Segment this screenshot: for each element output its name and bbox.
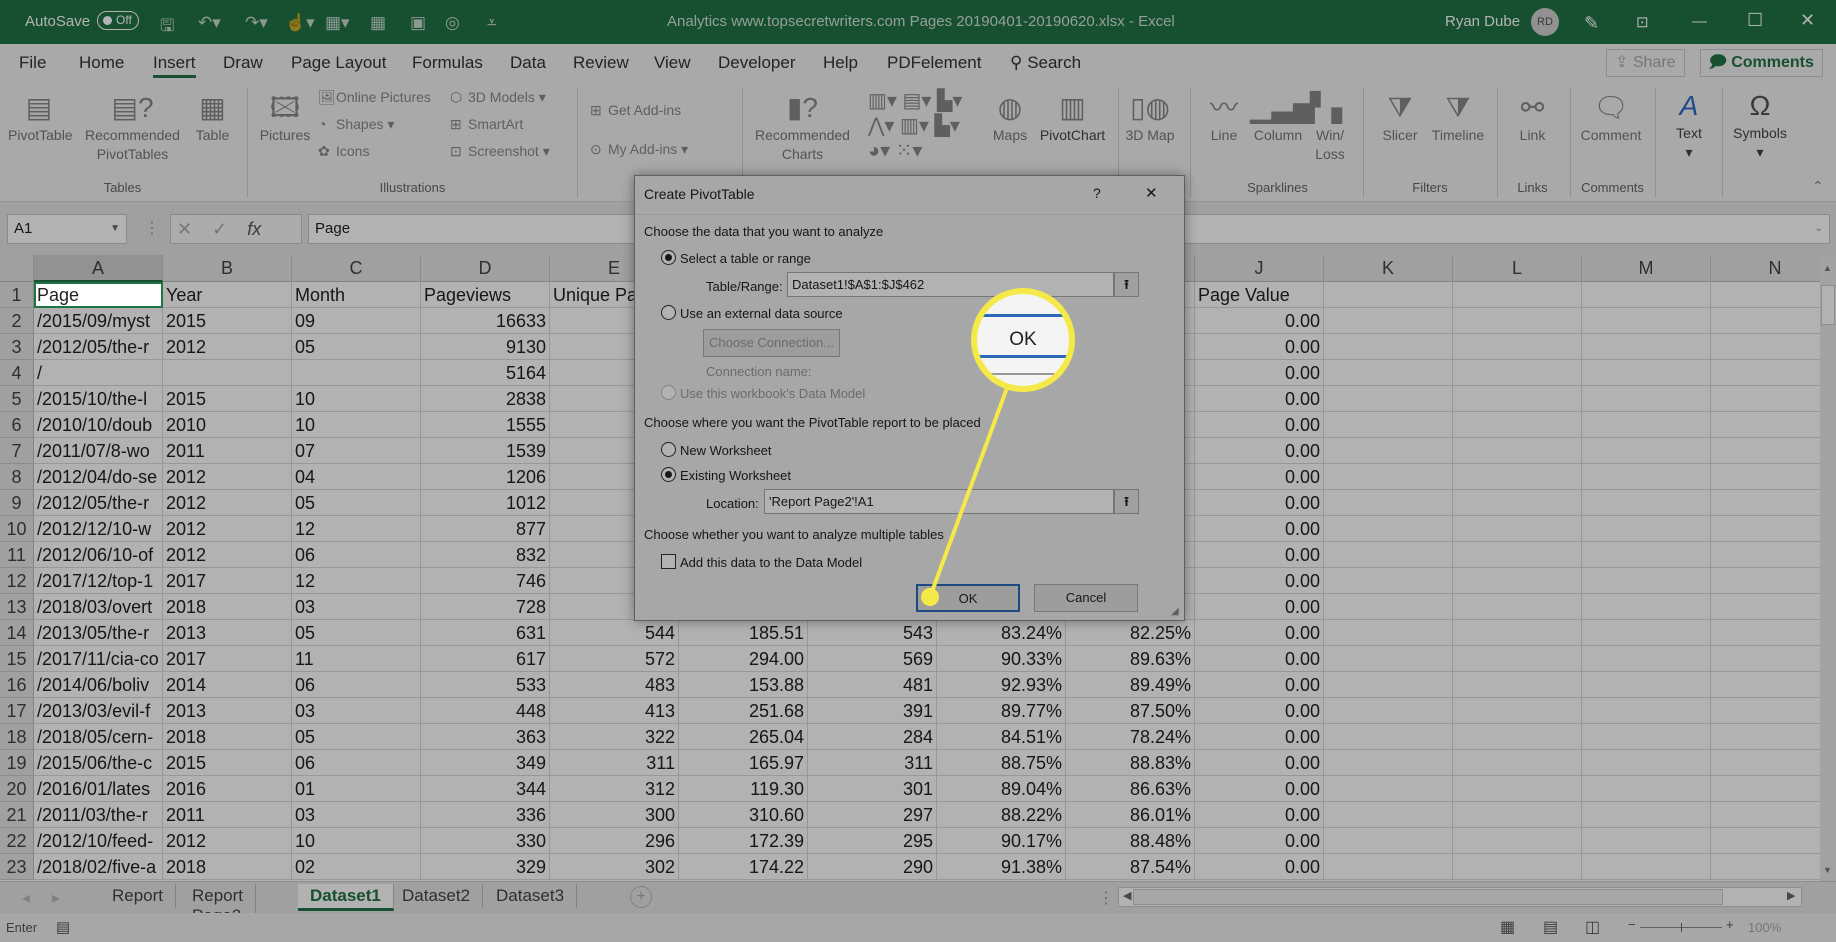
table-cell[interactable]: Page <box>34 282 163 308</box>
screenshot-dim-overlay <box>0 0 1836 942</box>
